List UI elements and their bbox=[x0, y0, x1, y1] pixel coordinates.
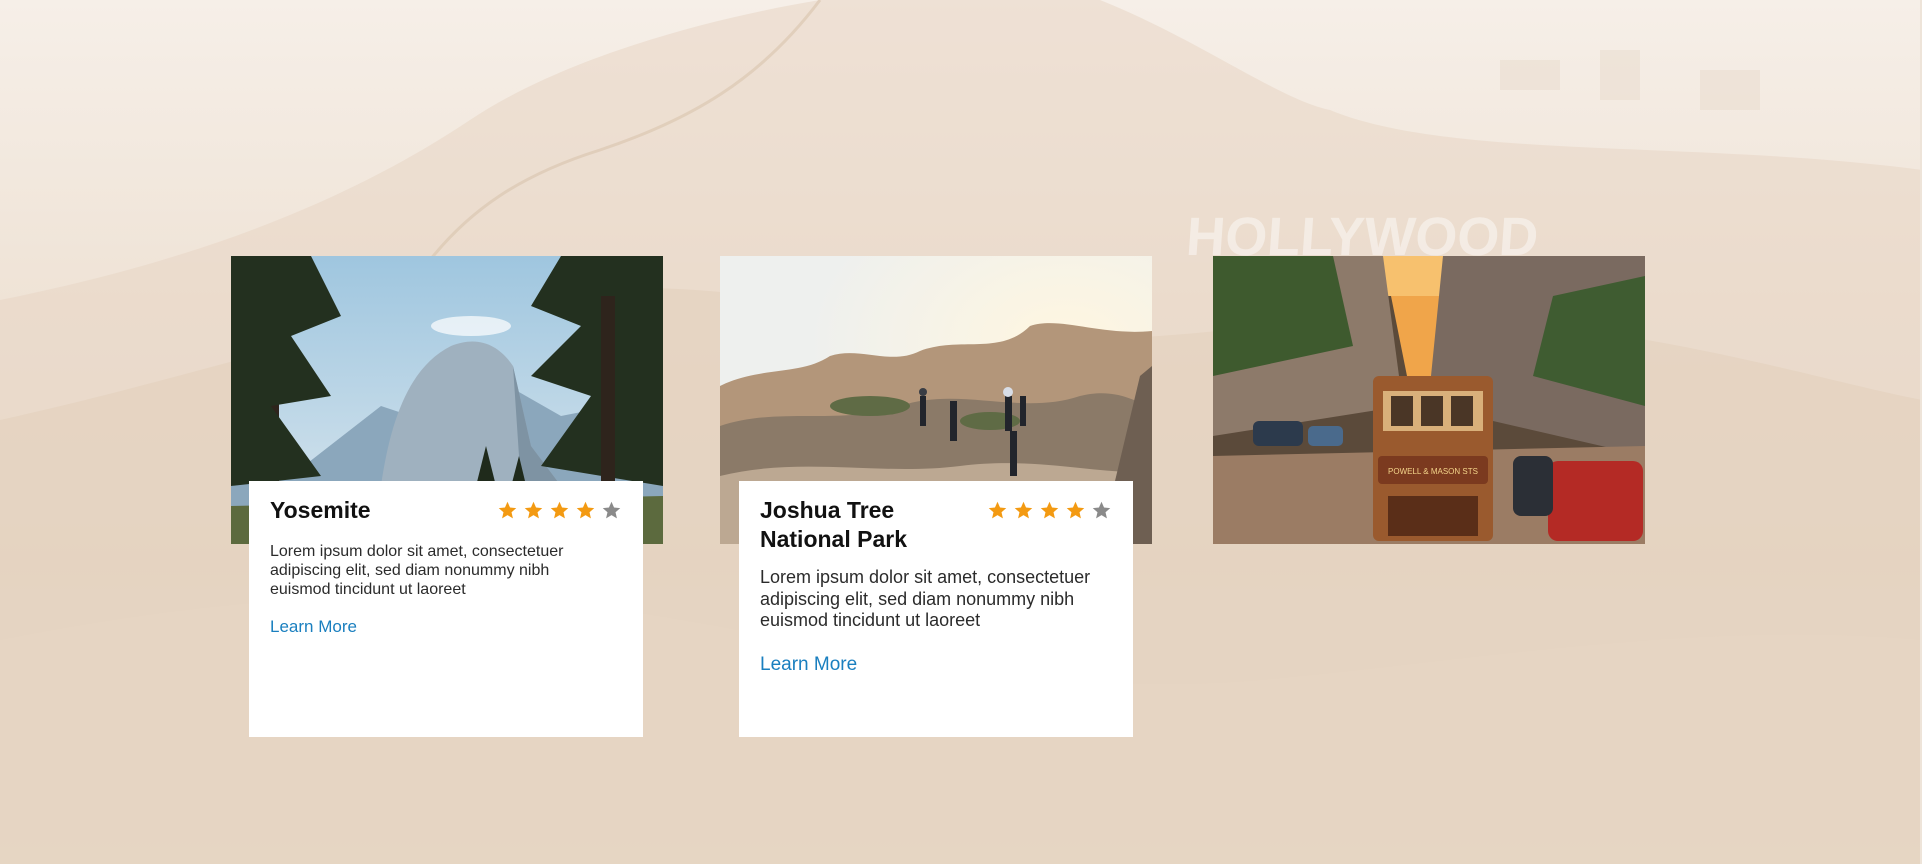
card-header: Joshua Tree National Park bbox=[760, 496, 1112, 554]
star-filled-icon bbox=[498, 501, 517, 519]
star-empty-icon bbox=[602, 501, 621, 519]
learn-more-link[interactable]: Learn More bbox=[760, 654, 857, 676]
san-francisco-cable-car-photo: POWELL & MASON STS bbox=[1213, 256, 1645, 544]
star-filled-icon bbox=[576, 501, 595, 519]
yosemite-card: Yosemite Lorem ipsum dolor sit amet, con… bbox=[249, 481, 643, 737]
star-filled-icon bbox=[550, 501, 569, 519]
card-header: Yosemite bbox=[270, 496, 622, 525]
card-title: Joshua Tree National Park bbox=[760, 497, 907, 552]
joshua-tree-card: Joshua Tree National Park Lorem ipsum do… bbox=[739, 481, 1133, 737]
star-filled-icon bbox=[1014, 501, 1033, 519]
star-filled-icon bbox=[1066, 501, 1085, 519]
star-empty-icon bbox=[1092, 501, 1111, 519]
cable-car-sign-text: POWELL & MASON STS bbox=[1388, 467, 1478, 476]
card-description: Lorem ipsum dolor sit amet, consectetuer… bbox=[270, 543, 564, 598]
star-filled-icon bbox=[1040, 501, 1059, 519]
card-title: Yosemite bbox=[270, 497, 371, 523]
star-rating bbox=[987, 500, 1112, 521]
star-filled-icon bbox=[988, 501, 1007, 519]
learn-more-link[interactable]: Learn More bbox=[270, 617, 357, 637]
card-description: Lorem ipsum dolor sit amet, consectetuer… bbox=[760, 567, 1091, 630]
star-filled-icon bbox=[524, 501, 543, 519]
star-rating bbox=[497, 500, 622, 521]
page: HOLLYWOOD POWELL & MASON STS Yosemite Lo… bbox=[0, 0, 1922, 864]
